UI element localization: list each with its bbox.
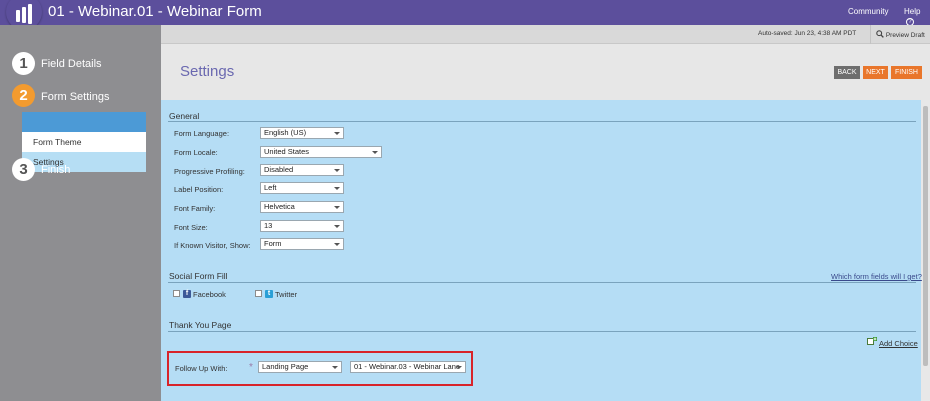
label-position-label: Label Position: [174, 185, 224, 194]
add-choice-link[interactable]: Add Choice [879, 339, 918, 348]
which-form-fields-link[interactable]: Which form fields will I get? [831, 272, 922, 281]
select-value: Left [264, 183, 277, 192]
active-step-highlight [22, 112, 146, 132]
scrollbar-thumb[interactable] [923, 106, 928, 366]
step-number: 1 [12, 52, 35, 75]
font-family-label: Font Family: [174, 204, 216, 213]
chevron-down-icon [334, 169, 340, 172]
divider [870, 25, 871, 44]
divider [168, 331, 916, 332]
step-number: 3 [12, 158, 35, 181]
follow-up-page-select[interactable]: 01 - Webinar.03 - Webinar Lanc [350, 361, 466, 373]
section-general-title: General [169, 111, 200, 121]
select-value: Form [264, 239, 282, 248]
form-language-select[interactable]: English (US) [260, 127, 344, 139]
follow-up-type-select[interactable]: Landing Page [258, 361, 342, 373]
select-value: Disabled [264, 165, 294, 174]
section-thankyou-title: Thank You Page [169, 320, 232, 330]
required-indicator: * [249, 362, 253, 373]
facebook-icon: f [183, 290, 191, 298]
page-title: Settings [180, 63, 235, 80]
chevron-down-icon [334, 206, 340, 209]
wizard-sidebar: 1 Field Details 2 Form Settings Form The… [0, 25, 161, 401]
known-visitor-label: If Known Visitor, Show: [174, 241, 251, 250]
autosave-status: Auto-saved: Jun 23, 4:38 AM PDT [758, 30, 857, 37]
community-link[interactable]: Community [848, 7, 888, 16]
help-label: Help [904, 7, 921, 16]
facebook-checkbox[interactable] [173, 290, 180, 297]
top-bar: 01 - Webinar.01 - Webinar Form Community… [0, 0, 930, 30]
chevron-down-icon [372, 151, 378, 154]
font-size-select[interactable]: 13 [260, 220, 344, 232]
add-choice-icon [867, 337, 877, 345]
chevron-down-icon [334, 243, 340, 246]
step-label: Field Details [41, 57, 102, 70]
twitter-label: Twitter [275, 290, 298, 299]
chevron-down-icon [332, 366, 338, 369]
progressive-profiling-label: Progressive Profiling: [174, 167, 245, 176]
step-form-settings[interactable]: 2 Form Settings [12, 84, 109, 107]
chevron-down-icon [334, 132, 340, 135]
label-position-select[interactable]: Left [260, 182, 344, 194]
back-button[interactable]: BACK [834, 66, 860, 79]
step-field-details[interactable]: 1 Field Details [12, 52, 102, 75]
magnifier-icon [876, 30, 884, 38]
select-value: United States [264, 147, 310, 156]
chevron-down-icon [456, 366, 462, 369]
form-language-label: Form Language: [174, 129, 230, 138]
preview-draft-button[interactable]: Preview Draft [876, 30, 925, 39]
divider [168, 121, 916, 122]
select-value: Landing Page [262, 362, 309, 371]
step-number: 2 [12, 84, 35, 107]
draft-bar: Auto-saved: Jun 23, 4:38 AM PDT Preview … [161, 25, 930, 44]
form-locale-select[interactable]: United States [260, 146, 382, 158]
font-family-select[interactable]: Helvetica [260, 201, 344, 213]
help-link[interactable]: Help? [904, 7, 930, 26]
scrollbar[interactable] [921, 100, 930, 401]
known-visitor-select[interactable]: Form [260, 238, 344, 250]
twitter-icon: t [265, 290, 273, 298]
select-value: 01 - Webinar.03 - Webinar Lanc [354, 362, 460, 371]
twitter-checkbox[interactable] [255, 290, 262, 297]
font-size-label: Font Size: [174, 223, 208, 232]
progressive-profiling-select[interactable]: Disabled [260, 164, 344, 176]
sidebar-item-form-theme[interactable]: Form Theme [22, 132, 146, 152]
settings-panel: General Form Language: English (US) Form… [161, 100, 930, 401]
page-header: Settings BACK NEXT FINISH [161, 44, 930, 100]
select-value: English (US) [264, 128, 307, 137]
step-finish[interactable]: 3 Finish [12, 158, 70, 181]
divider [168, 282, 916, 283]
finish-button[interactable]: FINISH [891, 66, 922, 79]
select-value: Helvetica [264, 202, 295, 211]
facebook-label: Facebook [193, 290, 226, 299]
follow-up-label: Follow Up With: [175, 364, 228, 373]
chevron-down-icon [334, 187, 340, 190]
next-button[interactable]: NEXT [863, 66, 888, 79]
select-value: 13 [264, 221, 273, 230]
preview-label: Preview Draft [885, 32, 925, 39]
section-social-title: Social Form Fill [169, 271, 228, 281]
app-title: 01 - Webinar.01 - Webinar Form [48, 3, 262, 20]
step-label: Finish [41, 163, 71, 176]
chevron-down-icon [334, 225, 340, 228]
form-locale-label: Form Locale: [174, 148, 218, 157]
step-label: Form Settings [41, 90, 110, 103]
